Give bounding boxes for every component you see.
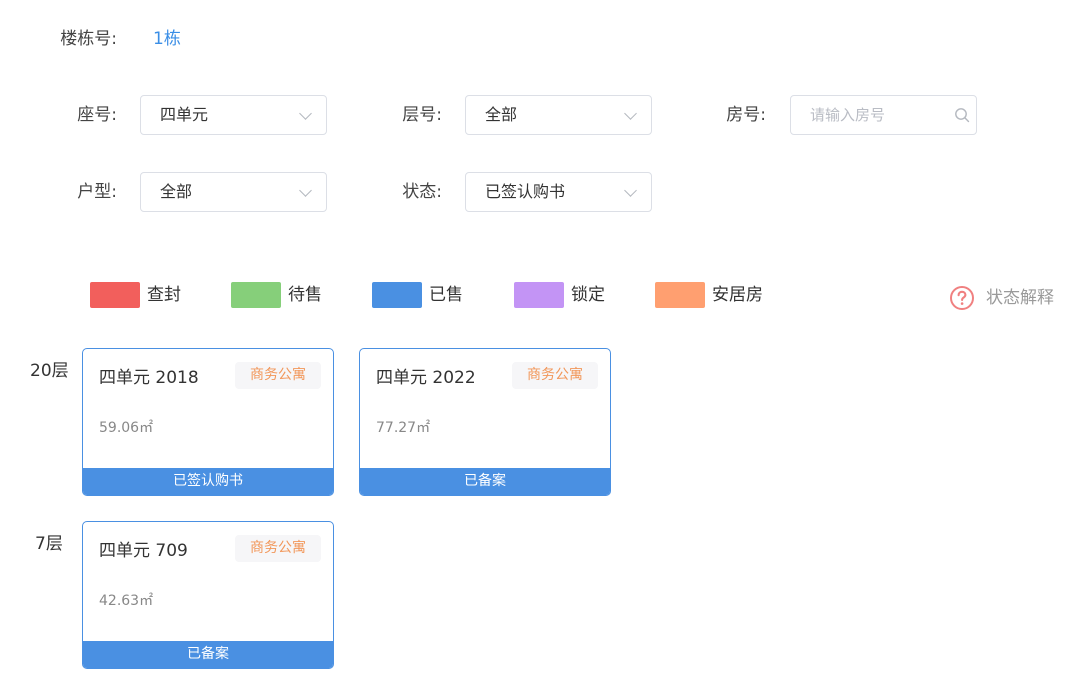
- status-select-value: 已签认购书: [485, 182, 566, 201]
- unit-status-bar: 已备案: [360, 468, 610, 495]
- search-icon[interactable]: [954, 107, 970, 123]
- chevron-down-icon: [299, 184, 312, 197]
- legend-label: 锁定: [571, 285, 605, 305]
- seat-select[interactable]: 四单元: [140, 95, 327, 135]
- room-search-input[interactable]: [791, 96, 951, 134]
- status-select[interactable]: 已签认购书: [465, 172, 652, 212]
- unit-card[interactable]: 四单元 2022 商务公寓 77.27㎡ 已备案: [359, 348, 611, 496]
- legend-swatch: [514, 282, 564, 308]
- layout-select-value: 全部: [160, 182, 193, 201]
- legend-swatch: [372, 282, 422, 308]
- room-label: 房号:: [726, 105, 766, 125]
- legend-label: 安居房: [712, 285, 763, 305]
- unit-type-tag: 商务公寓: [512, 362, 598, 389]
- status-label: 状态:: [402, 182, 442, 202]
- status-help-label: 状态解释: [986, 288, 1054, 308]
- unit-status-bar: 已备案: [83, 641, 333, 668]
- unit-name: 四单元 2022: [376, 368, 476, 388]
- legend-swatch: [655, 282, 705, 308]
- legend-label: 待售: [288, 285, 322, 305]
- seat-label: 座号:: [77, 105, 117, 125]
- unit-type-tag: 商务公寓: [235, 362, 321, 389]
- unit-area: 59.06㎡: [99, 420, 154, 436]
- floor-label: 层号:: [402, 105, 442, 125]
- unit-area: 77.27㎡: [376, 420, 431, 436]
- floor-label-20: 20层: [30, 361, 69, 381]
- seat-select-value: 四单元: [160, 105, 209, 124]
- layout-select[interactable]: 全部: [140, 172, 327, 212]
- floor-select[interactable]: 全部: [465, 95, 652, 135]
- chevron-down-icon: [299, 107, 312, 120]
- legend-swatch: [90, 282, 140, 308]
- legend-label: 已售: [429, 285, 463, 305]
- question-circle-icon: [950, 286, 974, 310]
- chevron-down-icon: [624, 107, 637, 120]
- unit-area: 42.63㎡: [99, 593, 154, 609]
- floor-label-7: 7层: [35, 534, 63, 554]
- building-label: 楼栋号:: [60, 29, 117, 49]
- unit-status-bar: 已签认购书: [83, 468, 333, 495]
- house-status-page: 楼栋号: 1栋 座号: 四单元 层号: 全部 房号: 户型: 全部 状态: 已签…: [0, 0, 1080, 674]
- unit-card[interactable]: 四单元 709 商务公寓 42.63㎡ 已备案: [82, 521, 334, 669]
- unit-name: 四单元 709: [99, 541, 188, 561]
- layout-label: 户型:: [77, 182, 117, 202]
- legend-swatch: [231, 282, 281, 308]
- chevron-down-icon: [624, 184, 637, 197]
- floor-select-value: 全部: [485, 105, 518, 124]
- unit-type-tag: 商务公寓: [235, 535, 321, 562]
- room-search-box: [790, 95, 977, 135]
- unit-name: 四单元 2018: [99, 368, 199, 388]
- building-value-link[interactable]: 1栋: [153, 26, 181, 52]
- unit-card[interactable]: 四单元 2018 商务公寓 59.06㎡ 已签认购书: [82, 348, 334, 496]
- legend-label: 查封: [147, 285, 181, 305]
